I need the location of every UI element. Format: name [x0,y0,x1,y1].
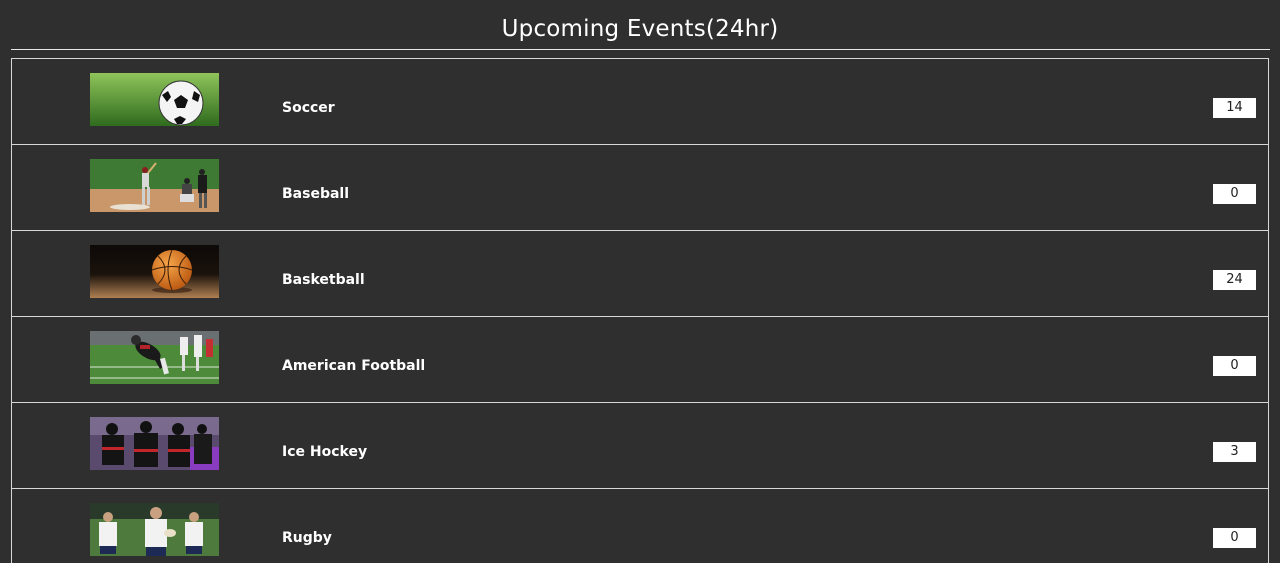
event-count-badge: 14 [1213,98,1256,118]
event-name: Ice Hockey [282,444,368,460]
event-row-american-football[interactable]: American Football 0 [12,317,1268,403]
title-divider [11,49,1270,50]
event-name: Baseball [282,186,350,202]
event-name: American Football [282,358,426,374]
event-name: Soccer [282,100,335,116]
football-player-image [90,331,219,384]
event-count-badge: 0 [1213,528,1256,548]
basketball-image [90,245,219,298]
event-count-badge: 0 [1213,356,1256,376]
hockey-players-image [90,417,219,470]
event-row-rugby[interactable]: Rugby 0 [12,489,1268,563]
event-row-soccer[interactable]: Soccer 14 [12,59,1268,145]
event-count-badge: 3 [1213,442,1256,462]
event-name: Rugby [282,530,332,546]
event-row-basketball[interactable]: Basketball 24 [12,231,1268,317]
soccer-ball-image [90,73,219,126]
upcoming-events-page: Upcoming Events(24hr) Soccer 14 Baseball… [0,0,1280,563]
event-count-badge: 0 [1213,184,1256,204]
event-count-badge: 24 [1213,270,1256,290]
events-list: Soccer 14 Baseball 0 Basketball 24 Ameri… [11,58,1269,563]
baseball-players-image [90,159,219,212]
event-name: Basketball [282,272,365,288]
event-row-ice-hockey[interactable]: Ice Hockey 3 [12,403,1268,489]
rugby-players-image [90,503,219,556]
event-row-baseball[interactable]: Baseball 0 [12,145,1268,231]
page-title: Upcoming Events(24hr) [501,16,779,42]
